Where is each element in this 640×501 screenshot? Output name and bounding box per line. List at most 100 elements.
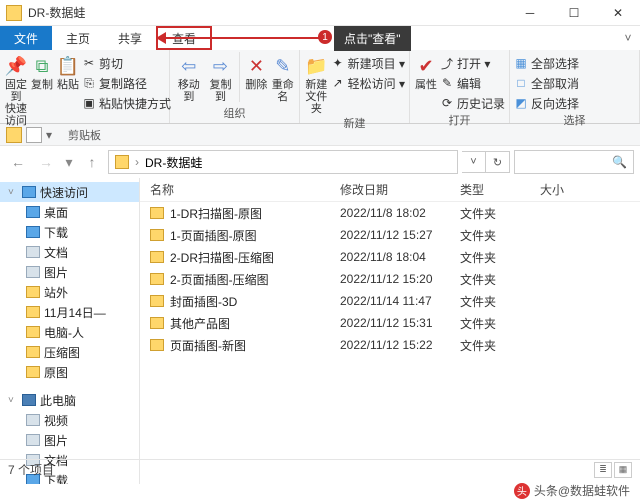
ribbon-collapse-icon[interactable]: ˅ xyxy=(616,26,640,50)
tab-file[interactable]: 文件 xyxy=(0,26,52,50)
file-row[interactable]: 封面插图-3D2022/11/14 11:47文件夹 xyxy=(140,290,640,312)
address-bar[interactable]: › DR-数据蛙 xyxy=(108,150,458,174)
delete-button[interactable]: ✕删除 xyxy=(244,52,268,91)
file-name: 2-DR扫描图-压缩图 xyxy=(170,249,274,266)
rename-button[interactable]: ✎重命名 xyxy=(271,52,295,103)
properties-icon: ✔ xyxy=(414,54,438,78)
invert-button[interactable]: ◩反向选择 xyxy=(514,94,579,112)
easyaccess-button[interactable]: ↗轻松访问 ▾ xyxy=(331,74,405,92)
file-type: 文件夹 xyxy=(450,293,530,310)
annotation-tooltip: 点击"查看" xyxy=(334,26,411,51)
sidebar-item[interactable]: 11月14日— xyxy=(0,302,139,322)
cut-button[interactable]: ✂剪切 xyxy=(82,54,171,72)
file-row[interactable]: 其他产品图2022/11/12 15:31文件夹 xyxy=(140,312,640,334)
breadcrumb-root[interactable]: DR-数据蛙 xyxy=(145,154,202,171)
sidebar-item[interactable]: 原图 xyxy=(0,362,139,382)
close-button[interactable]: ✕ xyxy=(596,0,640,26)
moveto-button[interactable]: ⇦移动到 xyxy=(174,52,204,103)
pin-quickaccess-button[interactable]: 📌 固定到 快速访问 xyxy=(4,52,28,127)
copyto-button[interactable]: ⇨复制到 xyxy=(206,52,236,103)
doc-icon xyxy=(26,246,40,258)
sidebar-quickaccess[interactable]: ˅快速访问 xyxy=(0,182,139,202)
col-date[interactable]: 修改日期 xyxy=(330,181,450,198)
file-date: 2022/11/8 18:04 xyxy=(330,250,450,264)
file-row[interactable]: 2-页面插图-压缩图2022/11/12 15:20文件夹 xyxy=(140,268,640,290)
title-bar: DR-数据蛙 ─ ☐ ✕ xyxy=(0,0,640,26)
path-icon: ⎘ xyxy=(82,76,96,90)
file-date: 2022/11/12 15:20 xyxy=(330,272,450,286)
paste-icon: 📋 xyxy=(56,54,80,78)
minimize-button[interactable]: ─ xyxy=(508,0,552,26)
paste-button[interactable]: 📋 粘贴 xyxy=(56,52,80,91)
col-size[interactable]: 大小 xyxy=(530,181,590,198)
file-row[interactable]: 1-页面插图-原图2022/11/12 15:27文件夹 xyxy=(140,224,640,246)
col-type[interactable]: 类型 xyxy=(450,181,530,198)
forward-button[interactable]: → xyxy=(34,150,58,174)
newfolder-button[interactable]: 📁新建 文件夹 xyxy=(304,52,329,115)
group-new-label: 新建 xyxy=(304,115,405,133)
col-name[interactable]: 名称 xyxy=(140,181,330,198)
annotation-badge: 1 xyxy=(318,30,332,44)
refresh-button[interactable]: ↻ xyxy=(486,151,510,173)
view-icons-button[interactable]: ▦ xyxy=(614,462,632,478)
group-open-label: 打开 xyxy=(414,112,505,130)
easyaccess-icon: ↗ xyxy=(331,76,345,90)
status-bar: 7 个项目 ≣ ▦ xyxy=(0,459,640,479)
file-name: 1-页面插图-原图 xyxy=(170,227,257,244)
pic-icon xyxy=(26,266,40,278)
edit-button[interactable]: ✎编辑 xyxy=(440,74,505,92)
recent-dropdown[interactable]: ▾ xyxy=(62,150,76,174)
search-icon: 🔍 xyxy=(612,155,627,169)
copy-button[interactable]: ⧉ 复制 xyxy=(30,52,54,91)
watermark-logo-icon: 头 xyxy=(514,483,530,499)
delete-icon: ✕ xyxy=(244,54,268,78)
sidebar-item[interactable]: 压缩图 xyxy=(0,342,139,362)
history-button[interactable]: ⟳历史记录 xyxy=(440,94,505,112)
address-dropdown[interactable]: ˅ xyxy=(462,151,486,173)
ribbon: 📌 固定到 快速访问 ⧉ 复制 📋 粘贴 ✂剪切 ⎘复制路径 ▣粘贴快捷方式 剪… xyxy=(0,50,640,124)
sidebar-item-documents[interactable]: 文档 xyxy=(0,242,139,262)
sidebar-item-desktop[interactable]: 桌面 xyxy=(0,202,139,222)
tab-share[interactable]: 共享 xyxy=(104,26,156,50)
pc-icon xyxy=(22,394,36,406)
qat-button[interactable] xyxy=(26,127,42,143)
folder-icon xyxy=(26,306,40,318)
tab-home[interactable]: 主页 xyxy=(52,26,104,50)
open-button[interactable]: ⤴打开 ▾ xyxy=(440,54,505,72)
maximize-button[interactable]: ☐ xyxy=(552,0,596,26)
selectnone-button[interactable]: □全部取消 xyxy=(514,74,579,92)
file-row[interactable]: 1-DR扫描图-原图2022/11/8 18:02文件夹 xyxy=(140,202,640,224)
folder-icon xyxy=(150,317,164,329)
desktop-icon xyxy=(26,206,40,218)
copypath-button[interactable]: ⎘复制路径 xyxy=(82,74,171,92)
view-details-button[interactable]: ≣ xyxy=(594,462,612,478)
sidebar-item-pictures[interactable]: 图片 xyxy=(0,262,139,282)
file-type: 文件夹 xyxy=(450,337,530,354)
sidebar-item-downloads[interactable]: 下载 xyxy=(0,222,139,242)
sidebar-item[interactable]: 站外 xyxy=(0,282,139,302)
selectall-button[interactable]: ▦全部选择 xyxy=(514,54,579,72)
file-row[interactable]: 2-DR扫描图-压缩图2022/11/8 18:04文件夹 xyxy=(140,246,640,268)
file-row[interactable]: 页面插图-新图2022/11/12 15:22文件夹 xyxy=(140,334,640,356)
folder-icon xyxy=(150,273,164,285)
file-date: 2022/11/12 15:31 xyxy=(330,316,450,330)
annotation-arrowhead xyxy=(156,32,166,44)
paste-shortcut-button[interactable]: ▣粘贴快捷方式 xyxy=(82,94,171,112)
sidebar-item-pictures2[interactable]: 图片 xyxy=(0,430,139,450)
file-date: 2022/11/8 18:02 xyxy=(330,206,450,220)
file-name: 2-页面插图-压缩图 xyxy=(170,271,269,288)
move-icon: ⇦ xyxy=(177,54,201,78)
properties-button[interactable]: ✔属性 xyxy=(414,52,438,91)
qat-folder-icon[interactable] xyxy=(6,127,22,143)
newitem-button[interactable]: ✦新建项目 ▾ xyxy=(331,54,405,72)
back-button[interactable]: ← xyxy=(6,150,30,174)
sidebar-item-videos[interactable]: 视频 xyxy=(0,410,139,430)
download-icon xyxy=(26,226,40,238)
app-icon xyxy=(6,5,22,21)
sidebar-item[interactable]: 电脑-人 xyxy=(0,322,139,342)
file-date: 2022/11/12 15:27 xyxy=(330,228,450,242)
file-date: 2022/11/12 15:22 xyxy=(330,338,450,352)
up-button[interactable]: ↑ xyxy=(80,150,104,174)
search-input[interactable]: 🔍 xyxy=(514,150,634,174)
sidebar-thispc[interactable]: ˅此电脑 xyxy=(0,390,139,410)
